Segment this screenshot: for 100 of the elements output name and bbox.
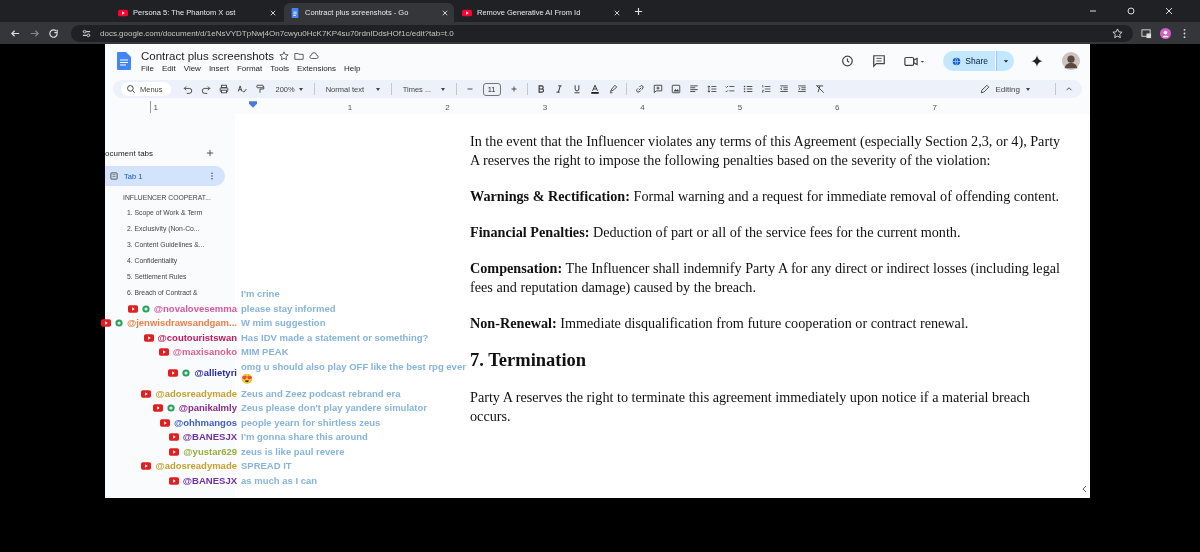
chat-username: @adosreadymade bbox=[155, 460, 237, 473]
restore-icon[interactable] bbox=[1126, 6, 1136, 16]
editing-mode-dropdown[interactable]: Editing bbox=[976, 84, 1033, 94]
play-icon bbox=[168, 476, 179, 485]
menu-item[interactable]: View bbox=[183, 63, 201, 73]
play-icon bbox=[127, 304, 138, 313]
chat-message: MIM PEAK bbox=[241, 346, 290, 359]
chat-username: @yustar629 bbox=[183, 445, 237, 458]
address-bar[interactable]: docs.google.com/document/d/1eNsVYDTpNwj4On7cwyu0HcK7KP4su70rdnIDdsHOf1c/edit?tab=t.0 bbox=[71, 24, 1133, 42]
reload-icon[interactable] bbox=[48, 27, 59, 39]
pencil-icon bbox=[979, 84, 990, 94]
ruler-number: 1 bbox=[153, 102, 158, 112]
undo-icon[interactable] bbox=[182, 84, 193, 94]
ruler-number: 2 bbox=[445, 102, 450, 112]
play-icon bbox=[169, 447, 180, 456]
print-icon[interactable] bbox=[218, 84, 229, 94]
menu-item[interactable]: Extensions bbox=[296, 63, 337, 73]
checklist-icon[interactable] bbox=[724, 84, 735, 94]
ruler-number: 7 bbox=[932, 102, 937, 112]
chat-message: Zeus and Zeez podcast rebrand era bbox=[241, 387, 402, 400]
profile-avatar-icon[interactable] bbox=[1160, 27, 1171, 39]
folder-icon[interactable] bbox=[293, 50, 304, 61]
play-icon bbox=[158, 348, 169, 357]
decrease-indent-icon[interactable] bbox=[778, 84, 789, 94]
underline-icon[interactable] bbox=[571, 84, 582, 94]
numbered-list-icon[interactable] bbox=[760, 84, 771, 94]
chat-message: people yearn for shirtless zeus bbox=[241, 416, 382, 429]
menu-item[interactable]: Insert bbox=[208, 63, 229, 73]
history-icon[interactable] bbox=[840, 54, 855, 68]
chat-message: I'm crine bbox=[241, 288, 281, 301]
document-icon bbox=[290, 7, 300, 18]
chat-message: zeus is like paul revere bbox=[241, 445, 346, 458]
docs-logo-icon[interactable] bbox=[117, 52, 131, 70]
search-icon bbox=[126, 84, 136, 94]
share-button[interactable]: Share bbox=[943, 51, 995, 71]
play-icon bbox=[168, 433, 179, 442]
body-paragraph: Financial Penalties: Deduction of part or all of the service fees for the current month. bbox=[470, 223, 962, 242]
chat-message: I'm gonna share this around bbox=[241, 431, 369, 444]
paint-format-icon[interactable] bbox=[254, 84, 265, 94]
video-call-icon[interactable] bbox=[904, 54, 926, 68]
close-icon[interactable] bbox=[1164, 6, 1174, 16]
line-spacing-icon[interactable] bbox=[706, 84, 717, 94]
extension-icon[interactable] bbox=[1141, 27, 1152, 39]
redo-icon[interactable] bbox=[200, 84, 211, 94]
chat-message: omg u should also play OFF like the best rpg ever 😍 bbox=[241, 360, 467, 386]
clear-formatting-icon[interactable] bbox=[814, 84, 825, 94]
cloud-icon[interactable] bbox=[308, 50, 319, 61]
image-icon[interactable] bbox=[670, 84, 681, 94]
chat-message: W mim suggestion bbox=[241, 317, 327, 330]
site-settings-icon[interactable] bbox=[81, 27, 92, 39]
indent-marker-icon[interactable] bbox=[249, 101, 258, 108]
add-comment-icon[interactable] bbox=[652, 84, 663, 94]
chat-username: @panikalmly bbox=[178, 402, 237, 415]
text-color-icon[interactable] bbox=[589, 84, 600, 94]
ruler-number: 4 bbox=[640, 102, 645, 112]
ruler-number: 5 bbox=[737, 102, 743, 112]
bold-icon[interactable] bbox=[535, 84, 546, 94]
highlight-icon[interactable] bbox=[607, 84, 618, 94]
play-icon bbox=[141, 462, 152, 471]
chat-username: @novalovesemma bbox=[153, 302, 237, 315]
menu-item[interactable]: Edit bbox=[161, 63, 176, 73]
chat-username: @allietyri bbox=[194, 366, 237, 380]
chat-username: @BANESJX bbox=[182, 431, 237, 444]
ruler-number: 6 bbox=[835, 102, 840, 112]
align-icon[interactable] bbox=[688, 84, 699, 94]
chat-username: @adosreadymade bbox=[155, 387, 237, 400]
close-icon[interactable] bbox=[270, 9, 276, 16]
menu-item[interactable]: Help bbox=[344, 63, 361, 73]
chat-username: @coutouristswan bbox=[157, 331, 237, 344]
url-text: docs.google.com/document/d/1eNsVYDTpNwj4On7cwyu0HcK7KP4su70rdnIDdsHOf1c/edit?tab=t.0 bbox=[100, 28, 454, 38]
close-icon[interactable] bbox=[614, 9, 620, 16]
user-avatar[interactable] bbox=[1062, 52, 1080, 70]
link-icon[interactable] bbox=[634, 84, 645, 94]
sparkle-icon[interactable] bbox=[1030, 54, 1044, 68]
increase-indent-icon[interactable] bbox=[796, 84, 807, 94]
star-icon[interactable] bbox=[278, 50, 289, 61]
chat-message: Zeus please don't play yandere simulator bbox=[241, 402, 428, 415]
menu-item[interactable]: Tools bbox=[270, 63, 289, 73]
body-paragraph: Compensation: The Influencer shall indemnify Party A for any direct or indirect losses (including legal fees and reputation damage) caused by the breach. bbox=[470, 259, 1061, 297]
play-icon bbox=[462, 7, 472, 18]
tab-icon bbox=[109, 171, 119, 181]
section-heading: 7. Termination bbox=[470, 350, 588, 371]
play-icon bbox=[159, 418, 170, 427]
menu-item[interactable]: File bbox=[141, 63, 154, 73]
spellcheck-icon[interactable] bbox=[236, 84, 247, 94]
globe-icon bbox=[952, 56, 962, 66]
chat-message: SPREAD IT bbox=[241, 460, 293, 473]
document-title[interactable]: Contract plus screenshots bbox=[141, 49, 274, 62]
bulleted-list-icon[interactable] bbox=[742, 84, 753, 94]
body-paragraph: Party A reserves the right to terminate this agreement immediately upon notice if a material breach occurs. bbox=[470, 388, 1031, 426]
body-paragraph: Non-Renewal: Immediate disqualification from future cooperation or contract renewal. bbox=[470, 314, 970, 333]
menu-item[interactable]: Format bbox=[236, 63, 263, 73]
chat-message: as much as I can bbox=[241, 474, 319, 487]
new-tab-icon[interactable] bbox=[634, 6, 643, 16]
body-paragraph: Warnings & Rectification: Formal warning and a request for immediate removal of offending content. bbox=[470, 187, 1061, 206]
close-icon[interactable] bbox=[442, 9, 448, 16]
document-tabs-heading: ocument tabs bbox=[105, 148, 154, 158]
add-tab-icon[interactable] bbox=[205, 148, 215, 158]
play-icon bbox=[168, 369, 179, 377]
comments-icon[interactable] bbox=[872, 54, 887, 68]
